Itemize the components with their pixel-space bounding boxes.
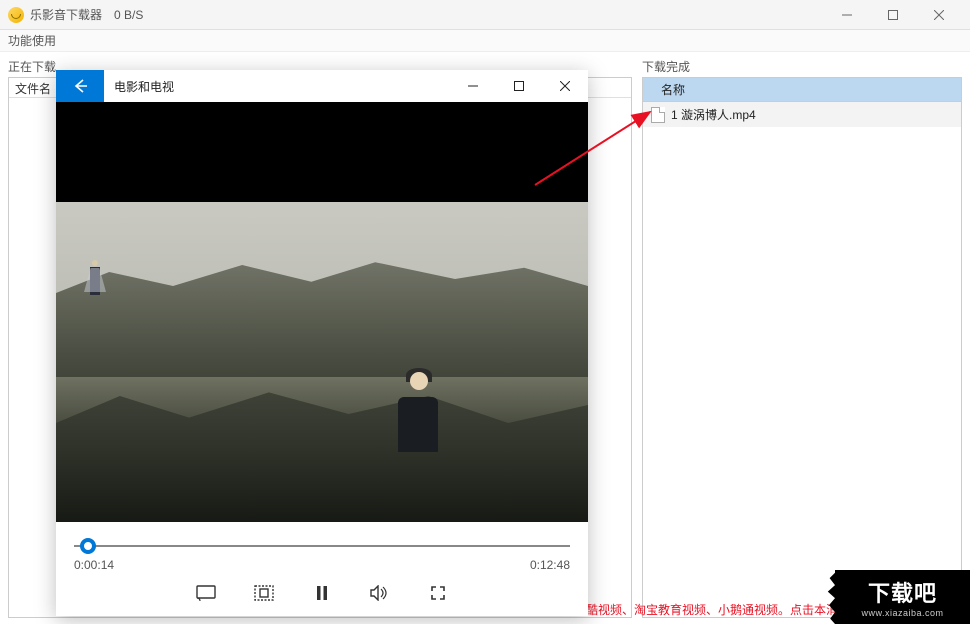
player-close-button[interactable]: [542, 70, 588, 102]
download-speed: 0 B/S: [114, 8, 824, 22]
current-time: 0:00:14: [74, 558, 114, 572]
completed-box: 名称 1 漩涡博人.mp4: [642, 77, 962, 618]
menu-functions[interactable]: 功能使用: [8, 34, 56, 48]
seek-thumb[interactable]: [80, 538, 96, 554]
video-player-window: 电影和电视 0:00:14 0:12:48: [56, 70, 588, 616]
video-area[interactable]: [56, 102, 588, 522]
name-header: 名称: [643, 78, 961, 102]
completed-label: 下载完成: [642, 58, 962, 75]
watermark-text: 下载吧: [868, 576, 937, 608]
control-buttons: [74, 582, 570, 604]
minimize-button[interactable]: [824, 0, 870, 30]
watermark: 下载吧 www.xiazaiba.com: [835, 570, 970, 624]
app-title: 乐影音下载器: [30, 6, 102, 23]
file-icon: [651, 107, 665, 123]
letterbox: [56, 102, 588, 202]
menubar: 功能使用: [0, 30, 970, 52]
player-maximize-button[interactable]: [496, 70, 542, 102]
completed-file-row[interactable]: 1 漩涡博人.mp4: [643, 102, 961, 127]
back-button[interactable]: [56, 70, 104, 102]
time-row: 0:00:14 0:12:48: [74, 558, 570, 572]
app-icon: [8, 7, 24, 23]
file-name: 1 漩涡博人.mp4: [671, 106, 756, 123]
cast-icon[interactable]: [195, 582, 217, 604]
player-window-controls: [450, 70, 588, 102]
player-minimize-button[interactable]: [450, 70, 496, 102]
completed-panel: 下载完成 名称 1 漩涡博人.mp4: [642, 58, 962, 618]
maximize-button[interactable]: [870, 0, 916, 30]
player-controls: 0:00:14 0:12:48: [56, 522, 588, 616]
close-button[interactable]: [916, 0, 962, 30]
volume-icon[interactable]: [369, 582, 391, 604]
pause-icon[interactable]: [311, 582, 333, 604]
main-titlebar: 乐影音下载器 0 B/S: [0, 0, 970, 30]
window-controls: [824, 0, 962, 30]
promo-link[interactable]: 优酷视频、淘宝教育视频、小鹅通视频。点击本消息: [574, 601, 850, 618]
seek-bar[interactable]: [74, 536, 570, 556]
watermark-url: www.xiazaiba.com: [861, 608, 943, 618]
player-titlebar: 电影和电视: [56, 70, 588, 102]
fullscreen-icon[interactable]: [427, 582, 449, 604]
aspect-icon[interactable]: [253, 582, 275, 604]
duration: 0:12:48: [530, 558, 570, 572]
video-frame: [56, 202, 588, 522]
player-title: 电影和电视: [104, 70, 450, 102]
